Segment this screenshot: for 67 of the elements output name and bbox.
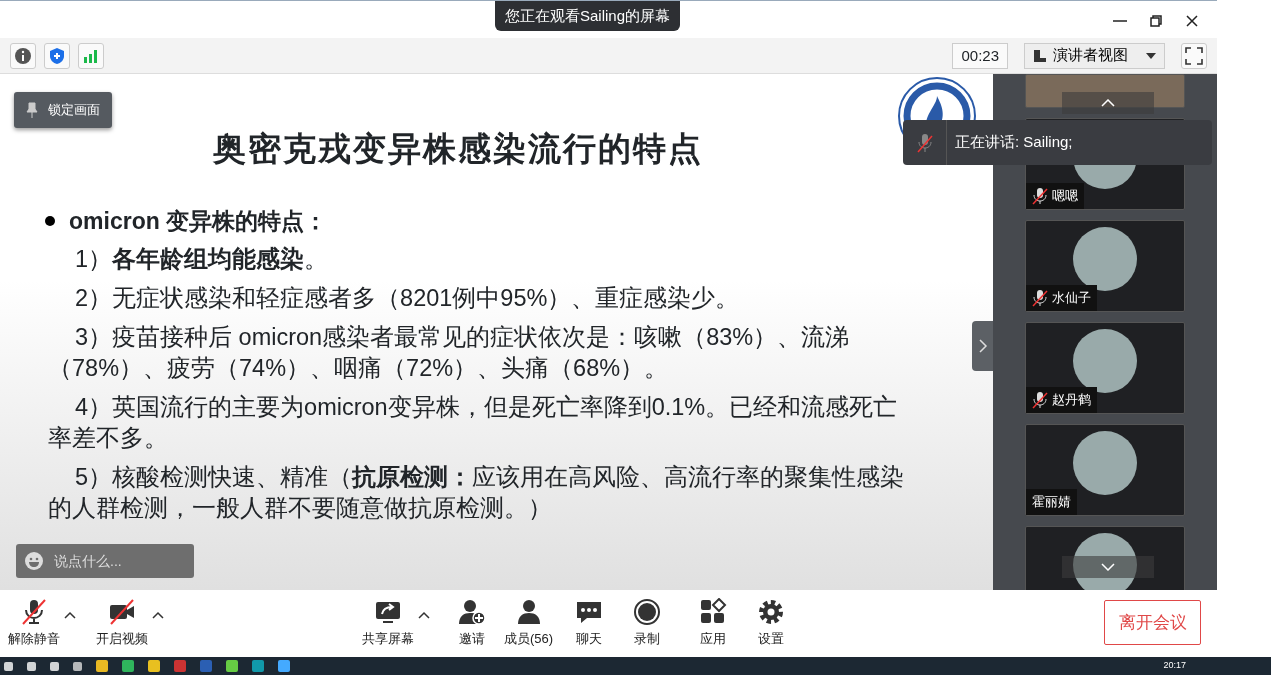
comment-field[interactable]: 说点什么... — [16, 544, 194, 578]
fullscreen-button[interactable] — [1181, 42, 1207, 69]
toolbar-button[interactable]: 录制 — [633, 598, 662, 649]
toolbar-button[interactable]: 开启视频 — [96, 598, 148, 649]
collapse-handle[interactable] — [972, 321, 994, 371]
record-icon — [633, 598, 662, 627]
emoji-icon[interactable] — [24, 551, 44, 571]
taskbar-app-icon[interactable] — [73, 661, 82, 671]
info-icon — [14, 46, 32, 65]
caret-icon — [152, 610, 164, 619]
signal-bars-icon — [83, 48, 99, 63]
muted-mic-icon — [915, 132, 934, 153]
taskbar-app-icon[interactable] — [27, 661, 36, 671]
meeting-timer: 00:23 — [952, 42, 1008, 69]
caret-icon — [64, 610, 76, 619]
close-icon — [1184, 13, 1200, 29]
toolbar-button[interactable]: 邀请 — [458, 598, 486, 649]
restore-icon — [1148, 13, 1164, 29]
slide-point: 2）无症状感染和轻症感者多（8201例中95%）、重症感染少。 — [74, 284, 741, 313]
toolbar-button[interactable]: 聊天 — [575, 598, 604, 649]
microphone-icon — [20, 598, 48, 627]
slide-point: 3）疫苗接种后 omicron感染者最常见的症状依次是：咳嗽（83%）、流涕（78%）、疲劳（74%）、咽痛（72%）、头痛（68%）。 — [47, 323, 851, 383]
lock-screen-button[interactable]: 锁定画面 — [14, 92, 112, 128]
taskbar-clock: 20:17 — [1163, 659, 1186, 673]
caret-icon — [418, 610, 430, 619]
options-caret[interactable] — [152, 610, 164, 619]
camera-icon — [108, 598, 136, 627]
participant-name: 水仙子 — [1052, 289, 1091, 308]
minimize-icon — [1113, 20, 1127, 22]
options-caret[interactable] — [418, 610, 430, 619]
signal-button[interactable] — [78, 42, 104, 69]
settings-icon — [757, 598, 786, 627]
leave-meeting-button[interactable]: 离开会议 — [1104, 600, 1201, 645]
add-person-icon — [458, 598, 486, 627]
slide-heading: omicron 变异株的特点： — [69, 206, 328, 236]
slide-point: 5）核酸检测快速、精准（抗原检测：应该用在高风险、高流行率的聚集性感染的人群检测，一般人群不要随意做抗原检测。） — [47, 463, 906, 523]
participant-name: 霍丽婧 — [1032, 493, 1071, 512]
layout-icon — [1033, 48, 1047, 63]
slide-point: 1）各年龄组均能感染。 — [74, 245, 330, 274]
toolbar-button[interactable]: 应用 — [699, 598, 728, 649]
info-button[interactable] — [10, 42, 36, 69]
sharing-banner-text: 您正在观看Sailing的屏幕 — [505, 5, 671, 26]
caret-icon — [1146, 52, 1156, 59]
chevron-up-icon — [1101, 99, 1115, 107]
fullscreen-icon — [1185, 46, 1203, 65]
pin-icon — [26, 102, 38, 118]
participant-name: 赵丹鹤 — [1052, 391, 1091, 410]
slide-title: 奥密克戎变异株感染流行的特点 — [213, 129, 703, 169]
shield-icon — [49, 46, 65, 65]
bullet-icon — [45, 215, 55, 226]
slide-point: 4）英国流行的主要为omicron变异株，但是死亡率降到0.1%。已经和流感死亡率差不多。 — [47, 393, 899, 453]
taskbar-app-icon[interactable] — [50, 661, 59, 671]
toolbar-button[interactable]: 设置 — [757, 598, 786, 649]
scroll-down-button[interactable] — [1062, 556, 1154, 578]
start-icon[interactable] — [4, 661, 13, 671]
avatar-placeholder — [1073, 533, 1137, 590]
options-caret[interactable] — [64, 610, 76, 619]
view-dropdown[interactable]: 演讲者视图 — [1024, 42, 1165, 69]
participant-name: 嗯嗯 — [1052, 187, 1078, 206]
toolbar-button[interactable]: 解除静音 — [8, 598, 60, 649]
toolbar-button[interactable]: 共享屏幕 — [362, 598, 414, 649]
shield-button[interactable] — [44, 42, 70, 69]
chevron-right-icon — [978, 338, 988, 354]
toolbar-button[interactable]: 成员(56) — [504, 598, 554, 649]
speaking-text: 正在讲话: Sailing; — [955, 132, 1073, 153]
chevron-down-icon — [1101, 563, 1115, 571]
comment-input[interactable]: 说点什么... — [52, 549, 172, 573]
